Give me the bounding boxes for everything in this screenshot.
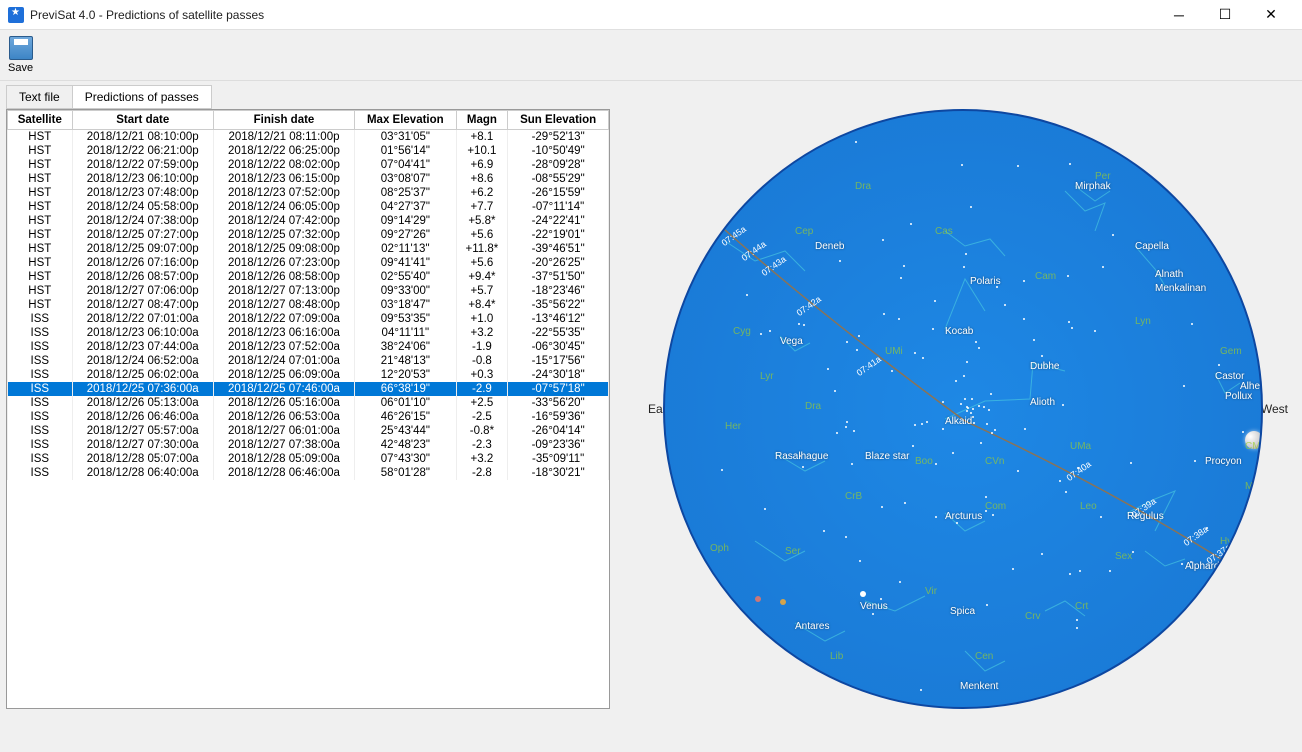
save-icon (9, 36, 33, 60)
star-label: Alioth (1030, 397, 1055, 408)
titlebar: PreviSat 4.0 - Predictions of satellite … (0, 0, 1302, 30)
star-label: Arcturus (945, 511, 982, 522)
table-row[interactable]: ISS2018/12/26 05:13:00a2018/12/26 05:16:… (8, 396, 609, 410)
minimize-button[interactable]: ─ (1156, 0, 1202, 30)
table-row[interactable]: ISS2018/12/24 06:52:00a2018/12/24 07:01:… (8, 354, 609, 368)
planet-mercury (755, 596, 761, 602)
constellation-label: Cen (975, 651, 993, 662)
table-row[interactable]: HST2018/12/22 07:59:00p2018/12/22 08:02:… (8, 158, 609, 172)
constellation-label: Crv (1025, 611, 1041, 622)
star-label: Capella (1135, 241, 1169, 252)
table-row[interactable]: ISS2018/12/28 06:40:00a2018/12/28 06:46:… (8, 466, 609, 480)
tab-predictions[interactable]: Predictions of passes (72, 85, 212, 109)
star-label: Procyon (1205, 456, 1242, 467)
toolbar: Save (0, 30, 1302, 81)
save-button[interactable]: Save (8, 36, 33, 74)
column-header[interactable]: Finish date (213, 111, 354, 130)
star-label: Alkaid (945, 416, 972, 427)
star-label: Polaris (970, 276, 1001, 287)
table-row[interactable]: HST2018/12/26 07:16:00p2018/12/26 07:23:… (8, 256, 609, 270)
star-label: Dubhe (1030, 361, 1059, 372)
constellation-label: CVn (985, 456, 1004, 467)
table-row[interactable]: HST2018/12/23 06:10:00p2018/12/23 06:15:… (8, 172, 609, 186)
table-row[interactable]: ISS2018/12/25 07:36:00a2018/12/25 07:46:… (8, 382, 609, 396)
table-row[interactable]: ISS2018/12/23 07:44:00a2018/12/23 07:52:… (8, 340, 609, 354)
column-header[interactable]: Max Elevation (355, 111, 456, 130)
constellation-label: UMa (1070, 441, 1091, 452)
star-label: Menkent (960, 681, 998, 692)
table-row[interactable]: ISS2018/12/23 06:10:00a2018/12/23 06:16:… (8, 326, 609, 340)
table-row[interactable]: HST2018/12/27 08:47:00p2018/12/27 08:48:… (8, 298, 609, 312)
star-label: Menkalinan (1155, 283, 1206, 294)
star-label: Mirphak (1075, 181, 1111, 192)
constellation-label: Cep (795, 226, 813, 237)
constellation-label: Lib (830, 651, 843, 662)
table-row[interactable]: HST2018/12/21 08:10:00p2018/12/21 08:11:… (8, 130, 609, 145)
constellation-label: Gem (1220, 346, 1242, 357)
planet-jupiter (780, 599, 786, 605)
table-row[interactable]: HST2018/12/25 07:27:00p2018/12/25 07:32:… (8, 228, 609, 242)
star-label: Vega (780, 336, 803, 347)
planet-venus (860, 591, 866, 597)
constellation-label: Lyr (760, 371, 774, 382)
table-row[interactable]: HST2018/12/22 06:21:00p2018/12/22 06:25:… (8, 144, 609, 158)
constellation-label: Oph (710, 543, 729, 554)
star-label: Spica (950, 606, 975, 617)
constellation-label: Boo (915, 456, 933, 467)
constellation-label: Lyn (1135, 316, 1151, 327)
table-row[interactable]: ISS2018/12/27 05:57:00a2018/12/27 06:01:… (8, 424, 609, 438)
constellation-label: Cyg (733, 326, 751, 337)
table-row[interactable]: HST2018/12/25 09:07:00p2018/12/25 09:08:… (8, 242, 609, 256)
table-row[interactable]: HST2018/12/24 05:58:00p2018/12/24 06:05:… (8, 200, 609, 214)
star-label: Venus (860, 601, 888, 612)
table-row[interactable]: ISS2018/12/22 07:01:00a2018/12/22 07:09:… (8, 312, 609, 326)
table-row[interactable]: HST2018/12/23 07:48:00p2018/12/23 07:52:… (8, 186, 609, 200)
constellation-label: UMi (885, 346, 903, 357)
tab-text-file[interactable]: Text file (6, 85, 73, 109)
star-label: Rasalhague (775, 451, 828, 462)
close-button[interactable]: ✕ (1248, 0, 1294, 30)
table-row[interactable]: HST2018/12/27 07:06:00p2018/12/27 07:13:… (8, 284, 609, 298)
constellation-label: CMi (1245, 441, 1263, 452)
column-header[interactable]: Magn (456, 111, 508, 130)
table-row[interactable]: HST2018/12/26 08:57:00p2018/12/26 08:58:… (8, 270, 609, 284)
tab-bar: Text file Predictions of passes (0, 81, 1302, 109)
table-row[interactable]: HST2018/12/24 07:38:00p2018/12/24 07:42:… (8, 214, 609, 228)
constellation-label: Per (1095, 171, 1111, 182)
table-row[interactable]: ISS2018/12/28 05:07:00a2018/12/28 05:09:… (8, 452, 609, 466)
star-label: Deneb (815, 241, 844, 252)
column-header[interactable]: Start date (72, 111, 213, 130)
star-label: Pollux (1225, 391, 1252, 402)
sky-chart-panel: North South East West (630, 109, 1296, 709)
star-label: Blaze star (865, 451, 909, 462)
constellation-label: Vir (925, 586, 937, 597)
constellation-label: Sex (1115, 551, 1132, 562)
constellation-label: Com (985, 501, 1006, 512)
maximize-button[interactable]: ☐ (1202, 0, 1248, 30)
column-header[interactable]: Sun Elevation (508, 111, 609, 130)
constellation-label: Crt (1075, 601, 1088, 612)
compass-west: West (1261, 402, 1288, 416)
constellation-label: Dra (805, 401, 821, 412)
constellation-label: Her (725, 421, 741, 432)
sky-chart[interactable]: Deneb Polaris Mirphak Capella Alnath Menkalin… (663, 109, 1263, 709)
window-title: PreviSat 4.0 - Predictions of satellite … (30, 8, 1156, 22)
passes-table: SatelliteStart dateFinish dateMax Elevat… (6, 109, 610, 709)
app-icon (8, 7, 24, 23)
table-row[interactable]: ISS2018/12/26 06:46:00a2018/12/26 06:53:… (8, 410, 609, 424)
star-label: Kocab (945, 326, 973, 337)
constellation-label: Mon (1245, 481, 1263, 492)
constellation-label: Cas (935, 226, 953, 237)
constellation-label: Cam (1035, 271, 1056, 282)
constellation-label: Dra (855, 181, 871, 192)
star-label: Alnath (1155, 269, 1183, 280)
constellation-label: Ser (785, 546, 801, 557)
constellation-label: CrB (845, 491, 862, 502)
table-row[interactable]: ISS2018/12/25 06:02:00a2018/12/25 06:09:… (8, 368, 609, 382)
column-header[interactable]: Satellite (8, 111, 73, 130)
table-row[interactable]: ISS2018/12/27 07:30:00a2018/12/27 07:38:… (8, 438, 609, 452)
star-label: Antares (795, 621, 829, 632)
constellation-label: Leo (1080, 501, 1097, 512)
